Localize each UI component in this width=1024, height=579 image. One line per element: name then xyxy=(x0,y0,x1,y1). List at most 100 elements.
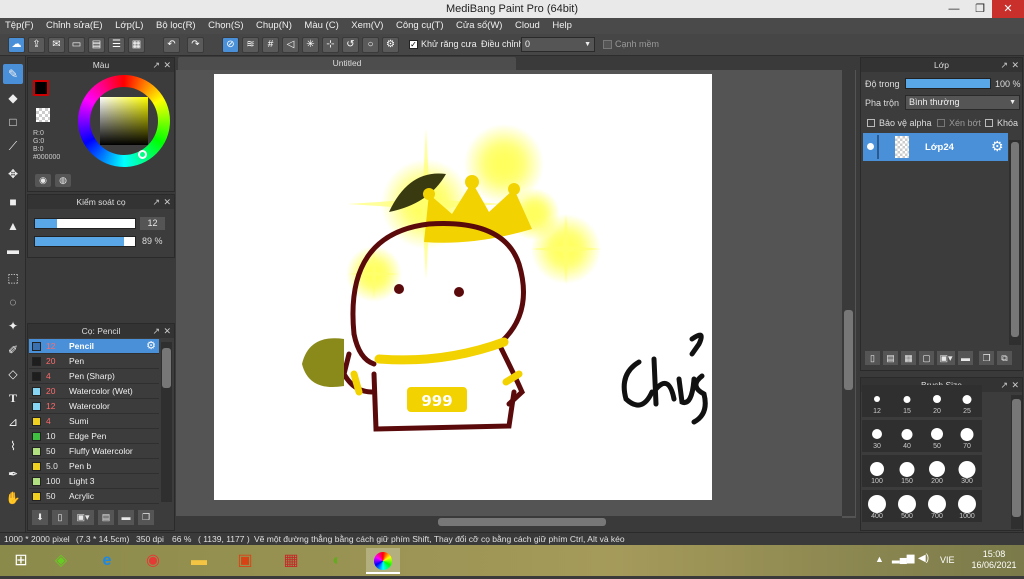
undock-icon[interactable]: ↗ xyxy=(152,324,160,338)
duplicate-layer-icon[interactable]: ❐ xyxy=(979,351,994,365)
brush-list-item[interactable]: 20 Watercolor (Wet) xyxy=(29,384,159,399)
app-grid-icon[interactable]: ▦ xyxy=(274,548,308,574)
transparent-color-icon[interactable] xyxy=(36,108,50,122)
layer-folder-icon[interactable]: ▬ xyxy=(958,351,973,365)
brush-settings-icon[interactable]: ▤ xyxy=(98,510,114,525)
file-explorer-icon[interactable]: ▬ xyxy=(182,548,216,574)
network-icon[interactable]: ▂▄▆ xyxy=(892,553,914,564)
brush-download-icon[interactable]: ⬇ xyxy=(32,510,48,525)
canvas-tab[interactable]: Untitled xyxy=(178,57,516,70)
brush-duplicate-icon[interactable]: ❐ xyxy=(138,510,154,525)
color-mix-icon[interactable]: ◍ xyxy=(55,174,71,187)
redo-icon[interactable]: ↷ xyxy=(187,37,204,53)
menu-filter[interactable]: Bộ lọc(R) xyxy=(151,18,201,34)
undock-icon[interactable]: ↗ xyxy=(1000,58,1008,72)
document-icon[interactable]: ▤ xyxy=(88,37,105,53)
brush-list-item[interactable]: 50 Acrylic xyxy=(29,489,159,504)
scroll-thumb[interactable] xyxy=(1011,142,1019,337)
brush-tool-icon[interactable]: ✎ xyxy=(3,64,23,84)
minimize-button[interactable]: — xyxy=(940,0,968,18)
menu-select[interactable]: Chọn(S) xyxy=(203,18,248,34)
layer-scrollbar[interactable] xyxy=(1009,140,1021,345)
magic-wand-icon[interactable]: ✦ xyxy=(3,316,23,336)
rect-tool-icon[interactable]: □ xyxy=(3,112,23,132)
brush-list-item[interactable]: 20 Pen xyxy=(29,354,159,369)
brush-list-item[interactable]: 4 Pen (Sharp) xyxy=(29,369,159,384)
menu-file[interactable]: Tệp(F) xyxy=(0,18,39,34)
restore-button[interactable]: ❐ xyxy=(966,0,994,18)
brush-folder-icon[interactable]: ▬ xyxy=(118,510,134,525)
internet-explorer-icon[interactable]: e xyxy=(90,548,124,574)
brush-size-preset[interactable]: 12 xyxy=(862,385,892,417)
tray-chevron-icon[interactable]: ▲ xyxy=(875,554,884,564)
bluestacks-icon[interactable]: ◈ xyxy=(44,548,78,574)
hand-tool-icon[interactable]: ✋ xyxy=(3,488,23,508)
undock-icon[interactable]: ↗ xyxy=(152,195,160,209)
add-layer-dropdown-icon[interactable]: ▣▾ xyxy=(937,351,955,365)
menu-tools[interactable]: Công cụ(T) xyxy=(391,18,449,34)
menu-edit[interactable]: Chỉnh sửa(E) xyxy=(41,18,108,34)
text-tool-icon[interactable]: T xyxy=(3,388,23,408)
menu-help[interactable]: Help xyxy=(547,18,577,34)
scroll-thumb[interactable] xyxy=(844,310,853,390)
brush-list-item[interactable]: 50 Fluffy Watercolor xyxy=(29,444,159,459)
clipping-checkbox[interactable] xyxy=(937,119,945,127)
office-icon[interactable]: ▣ xyxy=(228,548,262,574)
dropper-tool-icon[interactable]: ⌇ xyxy=(3,436,23,456)
snap-checkbox[interactable] xyxy=(603,40,612,49)
undock-icon[interactable]: ↗ xyxy=(152,58,160,72)
merge-layer-icon[interactable]: ⧉ xyxy=(997,351,1012,365)
brush-size-preset[interactable]: 150 xyxy=(892,455,922,487)
brush-list-item[interactable]: 4 Sumi xyxy=(29,414,159,429)
fill-rect-tool-icon[interactable]: ■ xyxy=(3,192,23,212)
close-icon[interactable]: ✕ xyxy=(1011,58,1019,72)
brush-list-item[interactable]: 10 Edge Pen xyxy=(29,429,159,444)
brush-list-scrollbar[interactable] xyxy=(161,342,172,502)
foreground-color-swatch[interactable] xyxy=(33,80,49,96)
brush-size-scrollbar[interactable] xyxy=(1011,395,1022,529)
close-button[interactable]: ✕ xyxy=(992,0,1024,18)
vanish-snap-icon[interactable]: ◁ xyxy=(282,37,299,53)
visibility-icon[interactable] xyxy=(867,143,874,150)
brush-size-preset[interactable]: 1000 xyxy=(952,490,982,522)
hue-cursor[interactable] xyxy=(138,150,147,159)
select-eraser-icon[interactable]: ◇ xyxy=(3,364,23,384)
cross-snap-icon[interactable]: # xyxy=(262,37,279,53)
close-icon[interactable]: ✕ xyxy=(163,195,171,209)
brush-size-preset[interactable]: 100 xyxy=(862,455,892,487)
volume-icon[interactable]: ◀) xyxy=(918,553,929,564)
gear-icon[interactable]: ⚙ xyxy=(991,138,1004,155)
brush-list-item[interactable]: 12 Pencil ⚙ xyxy=(29,339,159,354)
add-brush-icon[interactable]: ▣▾ xyxy=(72,510,94,525)
brush-opacity-slider[interactable] xyxy=(34,236,136,247)
share-icon[interactable]: ⇪ xyxy=(28,37,45,53)
select-rect-icon[interactable]: ⬚ xyxy=(3,268,23,288)
hue-wheel[interactable] xyxy=(78,75,170,167)
language-indicator[interactable]: VIE xyxy=(940,555,955,565)
chrome-icon[interactable]: ◉ xyxy=(136,548,170,574)
brush-size-preset[interactable]: 15 xyxy=(892,385,922,417)
new-layer-icon[interactable]: ▯ xyxy=(865,351,880,365)
brush-size-preset[interactable]: 50 xyxy=(922,420,952,452)
settings-snap-icon[interactable]: ⚙ xyxy=(382,37,399,53)
eraser-tool-icon[interactable]: ◆ xyxy=(3,88,23,108)
layer-opacity-slider[interactable] xyxy=(905,78,991,89)
close-icon[interactable]: ✕ xyxy=(163,324,171,338)
brush-size-preset[interactable]: 70 xyxy=(952,420,982,452)
brush-size-preset[interactable]: 400 xyxy=(862,490,892,522)
new-8bit-layer-icon[interactable]: ▦ xyxy=(901,351,916,365)
radial-snap2-icon[interactable]: ⊹ xyxy=(322,37,339,53)
layer-row[interactable]: Lớp24 ⚙ xyxy=(863,133,1008,161)
drawing-canvas[interactable]: 999 xyxy=(214,74,712,500)
undock-icon[interactable]: ↗ xyxy=(1000,378,1008,392)
snap-off-icon[interactable]: ⊘ xyxy=(222,37,239,53)
cloud-icon[interactable]: ☁ xyxy=(8,37,25,53)
scroll-thumb[interactable] xyxy=(438,518,606,526)
undo-icon[interactable]: ↶ xyxy=(163,37,180,53)
brush-list-item[interactable]: 5.0 Pen b xyxy=(29,459,159,474)
brush-list-item[interactable]: 100 Light 3 xyxy=(29,474,159,489)
brush-size-preset[interactable]: 300 xyxy=(952,455,982,487)
vertical-scrollbar[interactable] xyxy=(842,70,855,516)
select-pen-icon[interactable]: ✐ xyxy=(3,340,23,360)
parallel-snap-icon[interactable]: ≋ xyxy=(242,37,259,53)
